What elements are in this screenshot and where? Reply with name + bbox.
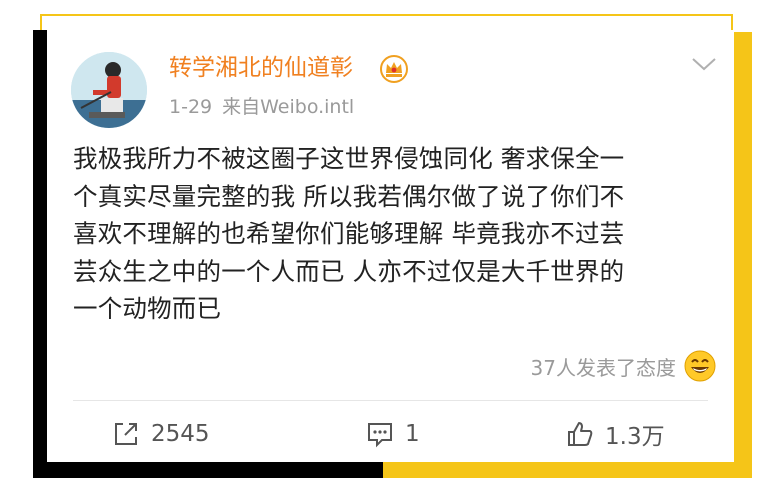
- content-line: 芸众生之中的一个人而已 人亦不过仅是大千世界的: [73, 256, 625, 286]
- divider: [73, 400, 708, 401]
- comment-button[interactable]: 1: [365, 414, 420, 454]
- share-button[interactable]: 2545: [111, 414, 210, 454]
- username[interactable]: 转学湘北的仙道彰: [169, 52, 353, 84]
- content-line: 喜欢不理解的也希望你们能够理解 毕竟我亦不过芸: [73, 219, 625, 248]
- post-content: 我极我所力不被这圈子这世界侵蚀同化 奢求保全一 个真实尽量完整的我 所以我若偶尔…: [73, 140, 713, 328]
- post-meta: 1-29 来自Weibo.intl: [169, 94, 354, 120]
- comment-icon: [368, 423, 392, 448]
- like-button[interactable]: 1.3万: [565, 414, 665, 454]
- reactions-text: 37人发表了态度: [530, 355, 676, 380]
- smiley-icon: [684, 350, 716, 382]
- reactions-summary[interactable]: 37人发表了态度: [531, 348, 716, 384]
- share-count: 2545: [151, 421, 210, 447]
- decor-frame-top: [40, 14, 733, 16]
- post-source[interactable]: 来自Weibo.intl: [222, 96, 354, 118]
- crown-badge-icon[interactable]: [380, 55, 408, 83]
- like-count: 1.3万: [605, 424, 665, 450]
- share-icon: [115, 423, 137, 445]
- avatar[interactable]: [71, 52, 147, 128]
- post-card: 转学湘北的仙道彰 1-29 来自Weibo.intl 我极我所力不被这圈子这世界侵…: [47, 30, 734, 462]
- chevron-down-icon[interactable]: [691, 56, 717, 72]
- content-line: 一个动物而已: [73, 294, 222, 323]
- content-line: 我极我所力不被这圈子这世界侵蚀同化 奢求保全一: [73, 144, 625, 173]
- comment-count: 1: [405, 421, 420, 447]
- avatar-illustration: [71, 52, 147, 128]
- post-date: 1-29: [169, 96, 213, 118]
- thumbs-up-icon: [568, 422, 593, 446]
- content-line: 个真实尽量完整的我 所以我若偶尔做了说了你们不: [73, 181, 625, 211]
